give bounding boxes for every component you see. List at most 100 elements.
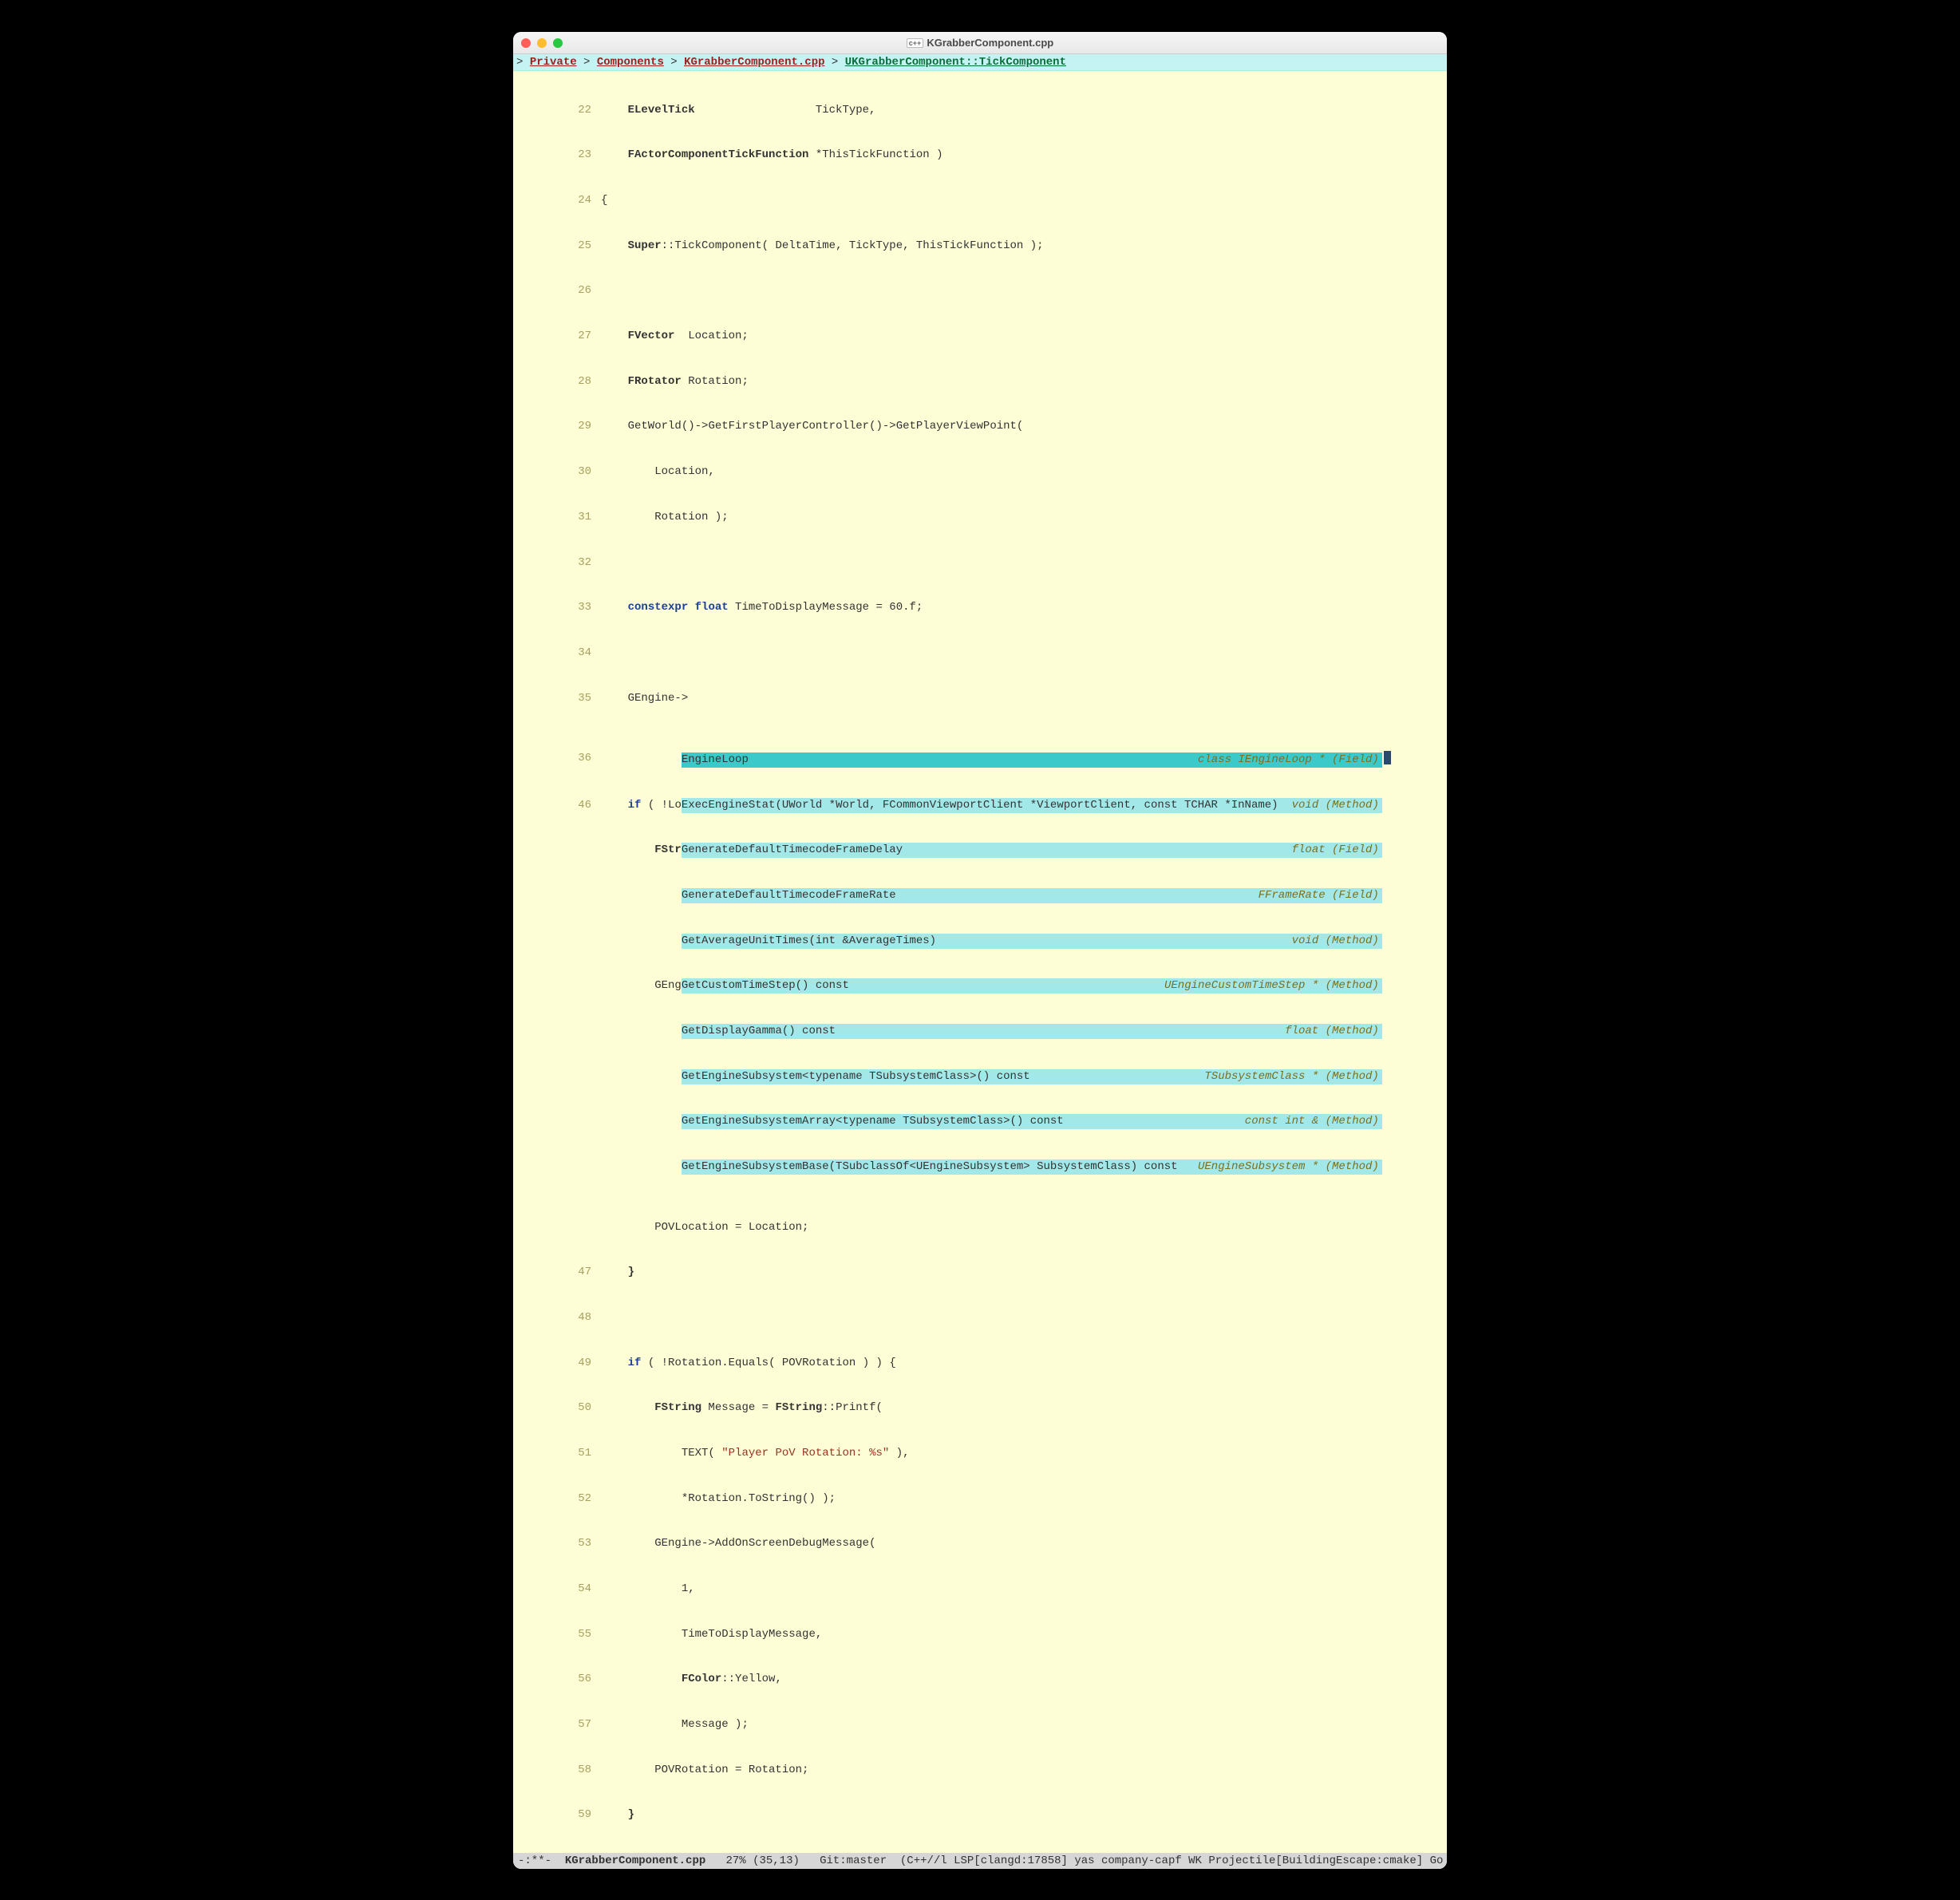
code-line[interactable]: GetEngineSubsystem<typename TSubsystemCl…: [601, 1069, 1447, 1084]
autocomplete-item[interactable]: GetCustomTimeStep() constUEngineCustomTi…: [682, 978, 1382, 993]
autocomplete-label: GetEngineSubsystemBase(TSubclassOf<UEngi…: [682, 1159, 1178, 1175]
line-number: 30: [513, 464, 601, 480]
autocomplete-type: TSubsystemClass * (Method): [1204, 1069, 1378, 1084]
line-number: 28: [513, 374, 601, 389]
line-number: 48: [513, 1310, 601, 1325]
code-line[interactable]: FString Message = FString::Printf(: [601, 1400, 1447, 1416]
breadcrumb-item[interactable]: UKGrabberComponent::TickComponent: [845, 56, 1066, 69]
line-number: 36: [513, 751, 601, 768]
autocomplete-item[interactable]: GenerateDefaultTimecodeFrameDelay float (…: [682, 843, 1382, 858]
line-number: 51: [513, 1446, 601, 1461]
autocomplete-item[interactable]: ExecEngineStat(UWorld *World, FCommonVie…: [682, 798, 1382, 813]
line-number: 58: [513, 1763, 601, 1778]
code-line[interactable]: GetEngineSubsystemArray<typename TSubsys…: [601, 1114, 1447, 1129]
code-line[interactable]: GEngine->AddOnScreenDebugMessage(: [601, 1536, 1447, 1551]
line-number: 27: [513, 329, 601, 344]
code-line[interactable]: Message );: [601, 1717, 1447, 1732]
code-line[interactable]: GEngine->: [601, 691, 1447, 706]
autocomplete-label: GetDisplayGamma() const: [682, 1024, 836, 1039]
code-line[interactable]: {: [601, 193, 1447, 208]
line-number: [513, 1114, 601, 1129]
code-line[interactable]: POVLocation = Location;: [601, 1220, 1447, 1235]
code-line[interactable]: }: [601, 1265, 1447, 1280]
code-line[interactable]: [601, 555, 1447, 571]
line-number: 57: [513, 1717, 601, 1732]
autocomplete-label: EngineLoop: [682, 752, 749, 768]
minimize-button[interactable]: [537, 38, 547, 48]
code-line[interactable]: if ( !LoExecEngineStat(UWorld *World, FC…: [601, 798, 1447, 813]
breadcrumb-item[interactable]: Private: [530, 56, 577, 69]
code-line[interactable]: GetEngineSubsystemBase(TSubclassOf<UEngi…: [601, 1159, 1447, 1175]
autocomplete-item[interactable]: GetEngineSubsystemArray<typename TSubsys…: [682, 1114, 1382, 1129]
line-number: [513, 978, 601, 993]
line-number: 29: [513, 419, 601, 434]
modeline-filename: KGrabberComponent.cpp: [565, 1855, 705, 1867]
breadcrumb-item[interactable]: Components: [597, 56, 664, 69]
code-line[interactable]: FStrGenerateDefaultTimecodeFrameDelayflo…: [601, 843, 1447, 858]
line-number: 24: [513, 193, 601, 208]
code-line[interactable]: constexpr float TimeToDisplayMessage = 6…: [601, 600, 1447, 615]
window-title-text: KGrabberComponent.cpp: [927, 37, 1053, 49]
autocomplete-label: GetAverageUnitTimes(int &AverageTimes): [682, 934, 936, 949]
code-line[interactable]: FActorComponentTickFunction *ThisTickFun…: [601, 148, 1447, 163]
autocomplete-label: GenerateDefaultTimecodeFrameDelay: [682, 843, 903, 858]
autocomplete-type: float (Method): [1285, 1024, 1379, 1039]
line-number: 47: [513, 1265, 601, 1280]
line-number: [513, 934, 601, 949]
autocomplete-item[interactable]: GetEngineSubsystemBase(TSubclassOf<UEngi…: [682, 1159, 1382, 1175]
editor-area[interactable]: 22 ELevelTick TickType, 23 FActorCompone…: [513, 71, 1447, 1853]
code-line[interactable]: Location,: [601, 464, 1447, 480]
breadcrumb-sep: >: [670, 56, 684, 69]
code-line[interactable]: GEngGetCustomTimeStep() constUEngineCust…: [601, 978, 1447, 993]
autocomplete-type: void (Method): [1292, 934, 1379, 949]
code-line[interactable]: [601, 283, 1447, 298]
autocomplete-item[interactable]: GetEngineSubsystem<typename TSubsystemCl…: [682, 1069, 1382, 1084]
autocomplete-label: GetEngineSubsystem<typename TSubsystemCl…: [682, 1069, 1030, 1084]
code-line[interactable]: GenerateDefaultTimecodeFrameRateFFrameRa…: [601, 888, 1447, 903]
code-line[interactable]: TEXT( "Player PoV Rotation: %s" ),: [601, 1446, 1447, 1461]
code-line[interactable]: GetWorld()->GetFirstPlayerController()->…: [601, 419, 1447, 434]
autocomplete-item[interactable]: EngineLoopclass IEngineLoop * (Field): [682, 752, 1382, 768]
code-line[interactable]: Super::TickComponent( DeltaTime, TickTyp…: [601, 239, 1447, 254]
code-line[interactable]: TimeToDisplayMessage,: [601, 1627, 1447, 1642]
autocomplete-label: GetEngineSubsystemArray<typename TSubsys…: [682, 1114, 1064, 1129]
code-line[interactable]: Rotation );: [601, 510, 1447, 525]
line-number: 52: [513, 1491, 601, 1507]
autocomplete-item[interactable]: GetDisplayGamma() const float (Method): [682, 1024, 1382, 1039]
breadcrumb: > Private > Components > KGrabberCompone…: [513, 54, 1447, 71]
code-line[interactable]: ELevelTick TickType,: [601, 103, 1447, 118]
code-line[interactable]: POVRotation = Rotation;: [601, 1763, 1447, 1778]
line-number: 32: [513, 555, 601, 571]
autocomplete-item[interactable]: GenerateDefaultTimecodeFrameRateFFrameRa…: [682, 888, 1382, 903]
line-number: [513, 1159, 601, 1175]
autocomplete-type: UEngineCustomTimeStep * (Method): [1164, 978, 1379, 993]
breadcrumb-item[interactable]: KGrabberComponent.cpp: [684, 56, 824, 69]
code-line[interactable]: FColor::Yellow,: [601, 1672, 1447, 1687]
modeline: -:**- KGrabberComponent.cpp 27% (35,13) …: [513, 1853, 1447, 1869]
line-number: 25: [513, 239, 601, 254]
code-line[interactable]: if ( !Rotation.Equals( POVRotation ) ) {: [601, 1356, 1447, 1371]
breadcrumb-sep: >: [832, 56, 845, 69]
code-line[interactable]: [601, 646, 1447, 661]
autocomplete-item[interactable]: GetAverageUnitTimes(int &AverageTimes) vo…: [682, 934, 1382, 949]
autocomplete-type: UEngineSubsystem * (Method): [1198, 1159, 1379, 1175]
zoom-button[interactable]: [553, 38, 563, 48]
code-line[interactable]: }: [601, 1807, 1447, 1823]
code-line[interactable]: [601, 1310, 1447, 1325]
code-line[interactable]: *Rotation.ToString() );: [601, 1491, 1447, 1507]
code-line[interactable]: FRotator Rotation;: [601, 374, 1447, 389]
code-line[interactable]: GetDisplayGamma() const float (Method): [601, 1024, 1447, 1039]
modeline-status: -:**-: [518, 1855, 565, 1867]
code-line[interactable]: EngineLoopclass IEngineLoop * (Field): [601, 751, 1447, 768]
code-line[interactable]: FVector Location;: [601, 329, 1447, 344]
line-number: [513, 1220, 601, 1235]
close-button[interactable]: [521, 38, 531, 48]
autocomplete-type: float (Field): [1292, 843, 1379, 858]
modeline-modes: (C++//l LSP[clangd:17858] yas company-ca…: [887, 1855, 1443, 1867]
breadcrumb-sep: >: [583, 56, 597, 69]
code-line[interactable]: 1,: [601, 1582, 1447, 1597]
line-number: 53: [513, 1536, 601, 1551]
modeline-percent: 27%: [705, 1855, 753, 1867]
code-line[interactable]: GetAverageUnitTimes(int &AverageTimes) vo…: [601, 934, 1447, 949]
line-number: 56: [513, 1672, 601, 1687]
